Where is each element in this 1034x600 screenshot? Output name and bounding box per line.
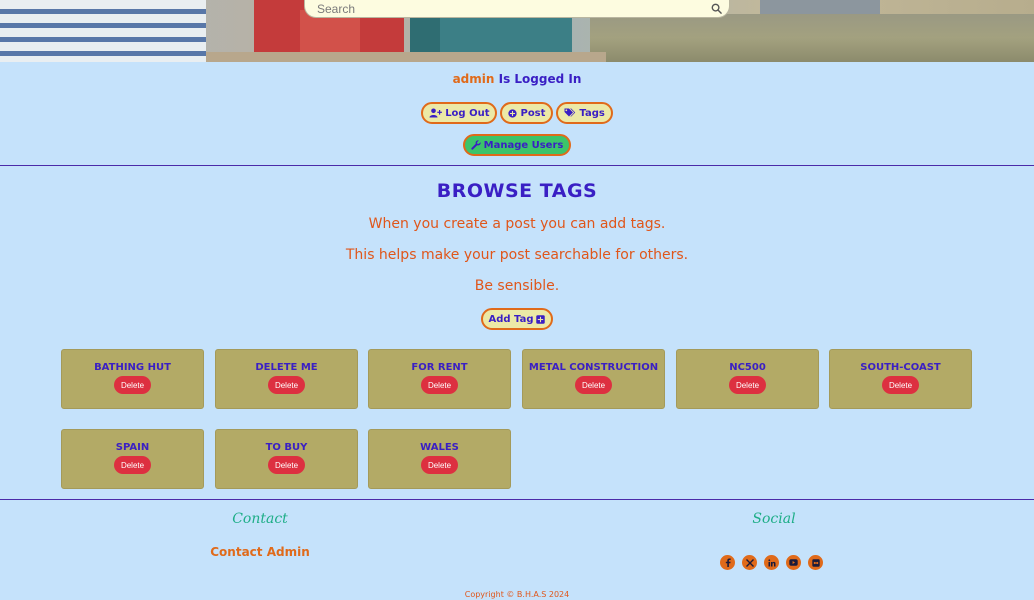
delete-tag-button[interactable]: Delete — [882, 376, 919, 394]
manage-users-button[interactable]: Manage Users — [462, 134, 572, 156]
delete-tag-button[interactable]: Delete — [114, 376, 151, 394]
tag-card: DELETE ME Delete — [215, 349, 358, 409]
contact-heading: Contact — [232, 511, 288, 527]
hero-striped-hut — [0, 0, 206, 62]
hero-sand — [206, 52, 606, 62]
delete-tag-button[interactable]: Delete — [729, 376, 766, 394]
facebook-icon[interactable] — [720, 555, 735, 570]
tag-card: BATHING HUT Delete — [61, 349, 204, 409]
post-button[interactable]: Post — [500, 102, 554, 124]
tag-name[interactable]: METAL CONSTRUCTION — [529, 362, 658, 373]
user-plus-icon — [429, 108, 443, 118]
wrench-icon — [470, 140, 481, 150]
delete-tag-button[interactable]: Delete — [421, 376, 458, 394]
header-divider — [0, 165, 1034, 166]
logout-label: Log Out — [445, 107, 490, 119]
x-twitter-icon[interactable] — [742, 555, 757, 570]
search-bar — [304, 0, 730, 18]
login-status: admin Is Logged In — [0, 72, 1034, 86]
flickr-icon[interactable] — [808, 555, 823, 570]
tag-card: TO BUY Delete — [215, 429, 358, 489]
tag-name[interactable]: TO BUY — [266, 442, 308, 453]
tag-card: SPAIN Delete — [61, 429, 204, 489]
linkedin-icon[interactable] — [764, 555, 779, 570]
copyright-text: Copyright © B.H.A.S 2024 — [464, 590, 570, 599]
tags-button[interactable]: Tags — [556, 102, 613, 124]
logged-in-text: Is Logged In — [498, 72, 582, 86]
tag-card: NC500 Delete — [676, 349, 819, 409]
tag-name[interactable]: WALES — [420, 442, 459, 453]
page-title: BROWSE TAGS — [436, 180, 598, 202]
delete-tag-button[interactable]: Delete — [268, 456, 305, 474]
add-tag-row: Add Tag — [0, 308, 1034, 330]
plus-circle-icon — [508, 108, 518, 118]
tag-name[interactable]: DELETE ME — [255, 362, 317, 373]
social-heading: Social — [752, 511, 796, 527]
tag-card: FOR RENT Delete — [368, 349, 511, 409]
intro-line-1: When you create a post you can add tags. — [368, 216, 666, 232]
add-tag-label: Add Tag — [488, 313, 534, 325]
tag-name[interactable]: FOR RENT — [411, 362, 467, 373]
youtube-icon[interactable] — [786, 555, 801, 570]
tag-name[interactable]: BATHING HUT — [94, 362, 171, 373]
tag-name[interactable]: NC500 — [729, 362, 766, 373]
tag-card: WALES Delete — [368, 429, 511, 489]
tag-card: METAL CONSTRUCTION Delete — [522, 349, 665, 409]
tags-icon — [564, 108, 576, 117]
nav-button-row: Log Out Post Tags — [0, 102, 1034, 124]
tag-card: SOUTH-COAST Delete — [829, 349, 972, 409]
delete-tag-button[interactable]: Delete — [114, 456, 151, 474]
tags-label: Tags — [579, 107, 605, 119]
logout-button[interactable]: Log Out — [421, 102, 498, 124]
delete-tag-button[interactable]: Delete — [268, 376, 305, 394]
search-icon[interactable] — [703, 0, 729, 17]
hero-grass — [590, 14, 1034, 62]
post-label: Post — [520, 107, 546, 119]
add-tag-button[interactable]: Add Tag — [480, 308, 554, 330]
hero-banner — [0, 0, 1034, 62]
manage-users-label: Manage Users — [483, 139, 564, 151]
delete-tag-button[interactable]: Delete — [575, 376, 612, 394]
footer-divider — [0, 499, 1034, 500]
admin-button-row: Manage Users — [0, 134, 1034, 156]
intro-line-2: This helps make your post searchable for… — [345, 247, 689, 263]
tag-name[interactable]: SPAIN — [116, 442, 149, 453]
logged-in-username: admin — [452, 72, 495, 86]
search-input[interactable] — [305, 0, 703, 17]
delete-tag-button[interactable]: Delete — [421, 456, 458, 474]
social-links — [720, 555, 823, 570]
plus-square-icon — [536, 314, 546, 324]
contact-admin-link[interactable]: Contact Admin — [160, 545, 360, 559]
tag-name[interactable]: SOUTH-COAST — [860, 362, 941, 373]
intro-line-3: Be sensible. — [474, 278, 560, 294]
